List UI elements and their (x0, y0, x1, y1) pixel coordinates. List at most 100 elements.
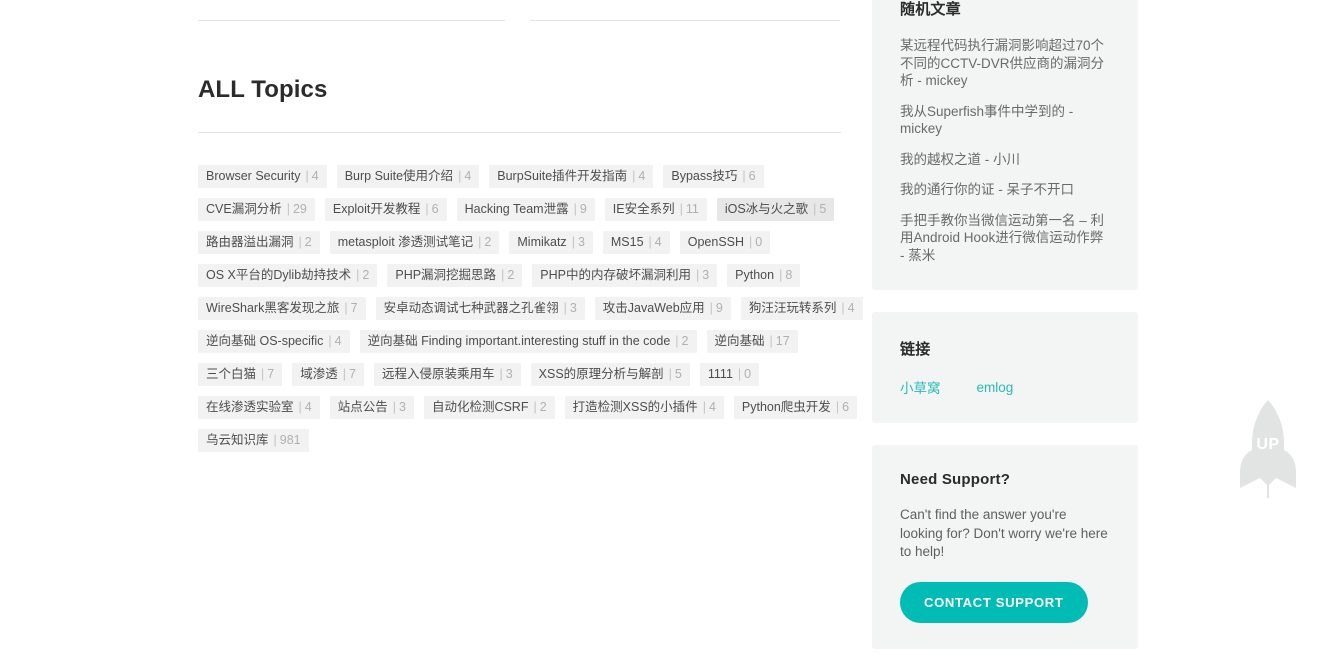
tag-count: 5 (674, 366, 682, 381)
tag-chip[interactable]: 逆向基础 Finding important.interesting stuff… (359, 329, 697, 353)
tag-chip[interactable]: metasploit 渗透测试笔记 | 2 (329, 230, 500, 254)
tag-label: MS15 (610, 234, 644, 249)
tag-chip[interactable]: Python爬虫开发 | 6 (733, 395, 858, 419)
tag-chip[interactable]: 攻击JavaWeb应用 | 9 (594, 296, 731, 320)
random-article-link[interactable]: 我的越权之道 - 小川 (900, 151, 1110, 169)
tag-chip[interactable]: 逆向基础 | 17 (706, 329, 798, 353)
tag-separator: | (499, 366, 503, 381)
tag-count: 4 (334, 333, 342, 348)
tag-chip[interactable]: 域渗透 | 7 (292, 362, 364, 386)
tag-separator: | (261, 366, 265, 381)
tag-separator: | (342, 366, 346, 381)
tag-row: 路由器溢出漏洞 | 2 metasploit 渗透测试笔记 | 2 Mimikatz | 3 MS… (198, 230, 841, 254)
tag-count: 3 (702, 267, 710, 282)
tag-label: 1111 (707, 366, 733, 381)
tag-row: 在线渗透实验室 | 4 站点公告 | 3 自动化检测CSRF | 2 打造检测XSS的小插件 | 4 P… (198, 395, 858, 419)
tag-label: Bypass技巧 (671, 168, 738, 183)
tag-count: 3 (505, 366, 513, 381)
tag-count: 4 (638, 168, 646, 183)
tag-cloud: Browser Security | 4 Burp Suite使用介绍 | 4 BurpSu… (198, 133, 863, 452)
tag-chip[interactable]: PHP中的内存破坏漏洞利用 | 3 (532, 263, 718, 287)
divider-left (198, 20, 505, 21)
tag-chip[interactable]: 安卓动态调试七种武器之孔雀翎 | 3 (375, 296, 585, 320)
friend-link[interactable]: emlog (977, 380, 1014, 395)
tag-label: Browser Security (206, 168, 301, 183)
tag-chip[interactable]: 路由器溢出漏洞 | 2 (198, 230, 320, 254)
tag-row: 三个白猫 | 7 域渗透 | 7 远程入侵原装乘用车 | 3 XSS的原理分析与解剖 | 5 1111 |… (198, 362, 841, 386)
tag-separator: | (668, 366, 672, 381)
divider-right (530, 20, 840, 21)
tag-count: 2 (539, 399, 547, 414)
tag-label: IE安全系列 (612, 201, 675, 216)
tag-chip[interactable]: 站点公告 | 3 (329, 395, 414, 419)
tag-count: 3 (577, 234, 585, 249)
tag-chip[interactable]: XSS的原理分析与解剖 | 5 (530, 362, 690, 386)
tag-chip[interactable]: 乌云知识库 | 981 (198, 428, 309, 452)
tag-label: CVE漏洞分析 (206, 201, 282, 216)
tag-chip[interactable]: Burp Suite使用介绍 | 4 (336, 164, 480, 188)
tag-label: Mimikatz (517, 234, 567, 249)
tag-count: 2 (304, 234, 312, 249)
random-article-link[interactable]: 手把手教你当微信运动第一名 – 利用Android Hook进行微信运动作弊 -… (900, 212, 1110, 265)
tag-separator: | (478, 234, 482, 249)
tag-separator: | (648, 234, 652, 249)
list-item: 我的通行你的证 - 呆子不开口 (900, 181, 1110, 199)
tag-separator: | (501, 267, 505, 282)
tag-chip[interactable]: Python | 8 (727, 263, 801, 287)
tag-chip[interactable]: WireShark黑客发现之旅 | 7 (198, 296, 366, 320)
tag-label: WireShark黑客发现之旅 (206, 300, 340, 315)
list-item: 手把手教你当微信运动第一名 – 利用Android Hook进行微信运动作弊 -… (900, 212, 1110, 265)
random-article-link[interactable]: 我从Superfish事件中学到的 - mickey (900, 103, 1110, 138)
tag-row: 乌云知识库 | 981 (198, 428, 841, 452)
random-article-link[interactable]: 我的通行你的证 - 呆子不开口 (900, 181, 1110, 199)
tag-row: CVE漏洞分析 | 29 Exploit开发教程 | 6 Hacking Team泄露 | 9 I… (198, 197, 841, 221)
tag-chip[interactable]: iOS冰与火之歌 | 5 (716, 197, 835, 221)
tag-count: 4 (847, 300, 855, 315)
tag-separator: | (356, 267, 360, 282)
tag-chip[interactable]: IE安全系列 | 11 (604, 197, 707, 221)
tag-count: 6 (842, 399, 850, 414)
tag-count: 7 (350, 300, 358, 315)
tag-label: 逆向基础 Finding important.interesting stuff… (367, 333, 671, 348)
tag-separator: | (813, 201, 817, 216)
tag-chip[interactable]: Mimikatz | 3 (509, 230, 593, 254)
tag-count: 7 (267, 366, 275, 381)
tag-count: 2 (362, 267, 370, 282)
tag-chip[interactable]: OpenSSH | 0 (679, 230, 771, 254)
tag-count: 0 (755, 234, 763, 249)
tag-chip[interactable]: CVE漏洞分析 | 29 (198, 197, 315, 221)
tag-label: 远程入侵原装乘用车 (381, 366, 495, 381)
tag-chip[interactable]: Browser Security | 4 (198, 164, 327, 188)
tag-chip[interactable]: BurpSuite插件开发指南 | 4 (489, 164, 654, 188)
tag-chip[interactable]: 逆向基础 OS-specific | 4 (198, 329, 350, 353)
tag-label: PHP中的内存破坏漏洞利用 (540, 267, 691, 282)
tag-count: 981 (279, 432, 301, 447)
tag-chip[interactable]: 远程入侵原装乘用车 | 3 (373, 362, 521, 386)
tag-chip[interactable]: 打造检测XSS的小插件 | 4 (564, 395, 724, 419)
tag-label: Hacking Team泄露 (464, 201, 569, 216)
tag-label: 路由器溢出漏洞 (206, 234, 294, 249)
tag-separator: | (298, 399, 302, 414)
tag-chip[interactable]: 在线渗透实验室 | 4 (198, 395, 320, 419)
tag-chip[interactable]: MS15 | 4 (602, 230, 670, 254)
tag-chip[interactable]: Hacking Team泄露 | 9 (456, 197, 595, 221)
scroll-to-top-button[interactable]: UP (1232, 398, 1304, 500)
tag-count: 17 (775, 333, 790, 348)
tag-chip[interactable]: Exploit开发教程 | 6 (324, 197, 447, 221)
tag-chip[interactable]: 1111 | 0 (699, 362, 760, 386)
tag-chip[interactable]: Bypass技巧 | 6 (663, 164, 764, 188)
tag-chip[interactable]: 狗汪汪玩转系列 | 4 (740, 296, 863, 320)
tag-count: 4 (464, 168, 472, 183)
contact-support-button[interactable]: CONTACT SUPPORT (900, 581, 1088, 623)
tag-label: OS X平台的Dylib劫持技术 (206, 267, 352, 282)
tag-separator: | (675, 333, 679, 348)
friend-link[interactable]: 小草窝 (900, 377, 941, 397)
tag-chip[interactable]: 自动化检测CSRF | 2 (423, 395, 555, 419)
tag-row: Browser Security | 4 Burp Suite使用介绍 | 4 BurpSu… (198, 164, 841, 188)
tag-label: 攻击JavaWeb应用 (602, 300, 705, 315)
tag-chip[interactable]: PHP漏洞挖掘思路 | 2 (387, 263, 523, 287)
tag-chip[interactable]: OS X平台的Dylib劫持技术 | 2 (198, 263, 378, 287)
random-article-link[interactable]: 某远程代码执行漏洞影响超过70个不同的CCTV-DVR供应商的漏洞分析 - mi… (900, 37, 1110, 90)
tag-separator: | (305, 168, 309, 183)
tag-chip[interactable]: 三个白猫 | 7 (198, 362, 283, 386)
